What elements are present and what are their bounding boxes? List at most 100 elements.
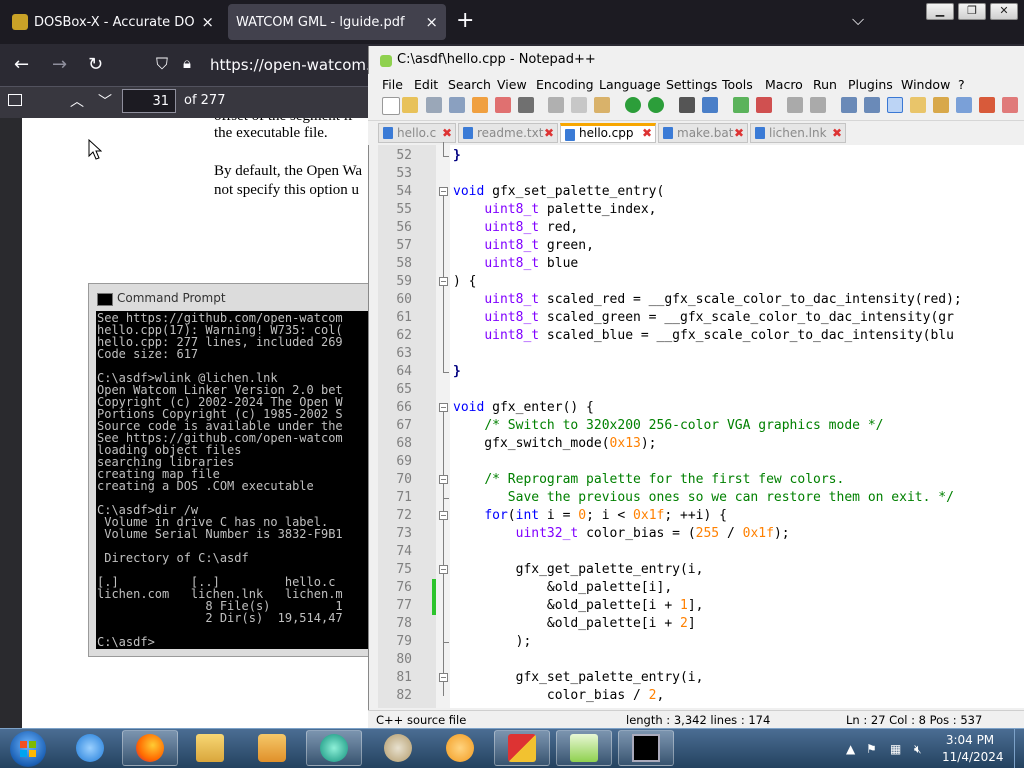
zoom-out-icon[interactable] [756, 97, 772, 113]
back-arrow-icon[interactable]: ← [14, 54, 29, 75]
lock-icon[interactable]: 🔒︎ [183, 54, 191, 72]
reload-icon[interactable]: ↻ [88, 54, 103, 75]
internet-explorer-icon [76, 734, 104, 762]
line-number: 71 [396, 490, 412, 505]
menu-help[interactable]: ? [958, 77, 965, 92]
sidebar-toggle-icon[interactable] [8, 94, 22, 106]
fold-toggle-icon[interactable] [439, 565, 448, 574]
folder-icon [196, 734, 224, 762]
line-number: 68 [396, 436, 412, 451]
document-map-icon[interactable] [933, 97, 949, 113]
line-number: 81 [396, 670, 412, 685]
save-all-icon[interactable] [449, 97, 465, 113]
code-line: &old_palette[i + 1], [453, 598, 704, 613]
zoom-in-icon[interactable] [733, 97, 749, 113]
menu-tools[interactable]: Tools [722, 77, 753, 92]
menu-window[interactable]: Window [901, 77, 950, 92]
action-center-flag-icon[interactable]: ⚑ [866, 742, 877, 756]
clock-date[interactable]: 11/4/2024 [942, 750, 1004, 764]
macro-stop-icon[interactable] [1002, 97, 1018, 113]
function-list-icon[interactable] [956, 97, 972, 113]
find-icon[interactable] [679, 97, 695, 113]
firefox-tab-watcom-pdf[interactable]: WATCOM GML - lguide.pdf × [228, 4, 446, 40]
minimize-button[interactable]: ▁ [926, 3, 954, 20]
menu-file[interactable]: File [382, 77, 403, 92]
close-file-icon[interactable] [472, 97, 488, 113]
console-text: See https://github.com/open-watcom hello… [97, 311, 343, 649]
tab-hello-c[interactable]: hello.c ✖ [378, 123, 456, 143]
cut-icon[interactable] [548, 97, 564, 113]
show-desktop-button[interactable] [1014, 729, 1024, 768]
forward-arrow-icon[interactable]: → [52, 54, 67, 75]
status-length: length : 3,342 lines : 174 [626, 713, 771, 727]
define-language-icon[interactable] [910, 97, 926, 113]
word-wrap-icon[interactable] [841, 97, 857, 113]
menu-edit[interactable]: Edit [414, 77, 438, 92]
save-icon[interactable] [426, 97, 442, 113]
tab-hello-cpp[interactable]: hello.cpp ✖ [560, 123, 656, 143]
next-page-icon[interactable]: ﹀ [98, 91, 112, 111]
menu-encoding[interactable]: Encoding [536, 77, 594, 92]
tab-lichen-lnk[interactable]: lichen.lnk ✖ [750, 123, 846, 143]
indent-guide-icon[interactable] [887, 97, 903, 113]
open-file-icon[interactable] [402, 97, 418, 113]
close-tab-icon[interactable]: × [425, 13, 438, 31]
menu-run[interactable]: Run [813, 77, 837, 92]
pdf-text-line: not specify this option u [214, 182, 359, 198]
undo-icon[interactable] [625, 97, 641, 113]
code-line: uint8_t red, [484, 220, 579, 235]
volume-muted-icon[interactable]: 🔇︎ [914, 742, 922, 757]
code-line: uint8_t scaled_green = __gfx_scale_color… [484, 310, 954, 325]
sync-vertical-icon[interactable] [787, 97, 803, 113]
close-window-button[interactable]: ✕ [990, 3, 1018, 20]
copy-icon[interactable] [571, 97, 587, 113]
replace-icon[interactable] [702, 97, 718, 113]
fold-toggle-icon[interactable] [439, 403, 448, 412]
show-all-chars-icon[interactable] [864, 97, 880, 113]
restore-button[interactable]: ❐ [958, 3, 986, 20]
close-tab-icon[interactable]: ✖ [832, 124, 842, 142]
line-number: 73 [396, 526, 412, 541]
new-tab-button[interactable]: + [456, 10, 474, 32]
fold-toggle-icon[interactable] [439, 277, 448, 286]
fold-end [443, 156, 449, 157]
close-tab-icon[interactable]: ✖ [544, 124, 554, 142]
file-icon [383, 127, 393, 139]
new-file-icon[interactable] [382, 97, 400, 115]
console-output[interactable]: See https://github.com/open-watcom hello… [96, 311, 368, 649]
previous-page-icon[interactable]: ︿ [70, 91, 84, 111]
menu-plugins[interactable]: Plugins [848, 77, 893, 92]
code-line: for(int i = 0; i < 0x1f; ++i) { [484, 508, 727, 523]
list-all-tabs-button[interactable]: ⌵ [852, 10, 864, 30]
shield-icon[interactable]: ⛉ [156, 54, 168, 74]
show-hidden-icons-icon[interactable]: ▲ [846, 742, 855, 756]
network-icon[interactable]: ▦ [890, 742, 901, 756]
sync-horizontal-icon[interactable] [810, 97, 826, 113]
menu-search[interactable]: Search [448, 77, 491, 92]
fold-toggle-icon[interactable] [439, 673, 448, 682]
page-number-input[interactable]: 31 [122, 89, 176, 113]
fold-toggle-icon[interactable] [439, 475, 448, 484]
close-all-icon[interactable] [495, 97, 511, 113]
fold-toggle-icon[interactable] [439, 511, 448, 520]
menu-language[interactable]: Language [599, 77, 661, 92]
macro-record-icon[interactable] [979, 97, 995, 113]
clock-time[interactable]: 3:04 PM [944, 733, 996, 747]
tab-make-bat[interactable]: make.bat ✖ [658, 123, 748, 143]
menu-macro[interactable]: Macro [765, 77, 803, 92]
print-icon[interactable] [518, 97, 534, 113]
line-number: 63 [396, 346, 412, 361]
dosbox-favicon-icon [12, 14, 28, 30]
close-tab-icon[interactable]: ✖ [734, 124, 744, 142]
paste-icon[interactable] [594, 97, 610, 113]
line-number: 60 [396, 292, 412, 307]
close-tab-icon[interactable]: ✖ [442, 124, 452, 142]
menu-settings[interactable]: Settings [666, 77, 717, 92]
firefox-tab-dosbox[interactable]: DOSBox-X - Accurate DOS emu × [4, 4, 222, 40]
menu-view[interactable]: View [497, 77, 527, 92]
redo-icon[interactable] [648, 97, 664, 113]
close-tab-icon[interactable]: × [201, 13, 214, 31]
close-tab-icon[interactable]: ✖ [642, 126, 652, 141]
tab-readme-txt[interactable]: readme.txt ✖ [458, 123, 558, 143]
fold-toggle-icon[interactable] [439, 187, 448, 196]
